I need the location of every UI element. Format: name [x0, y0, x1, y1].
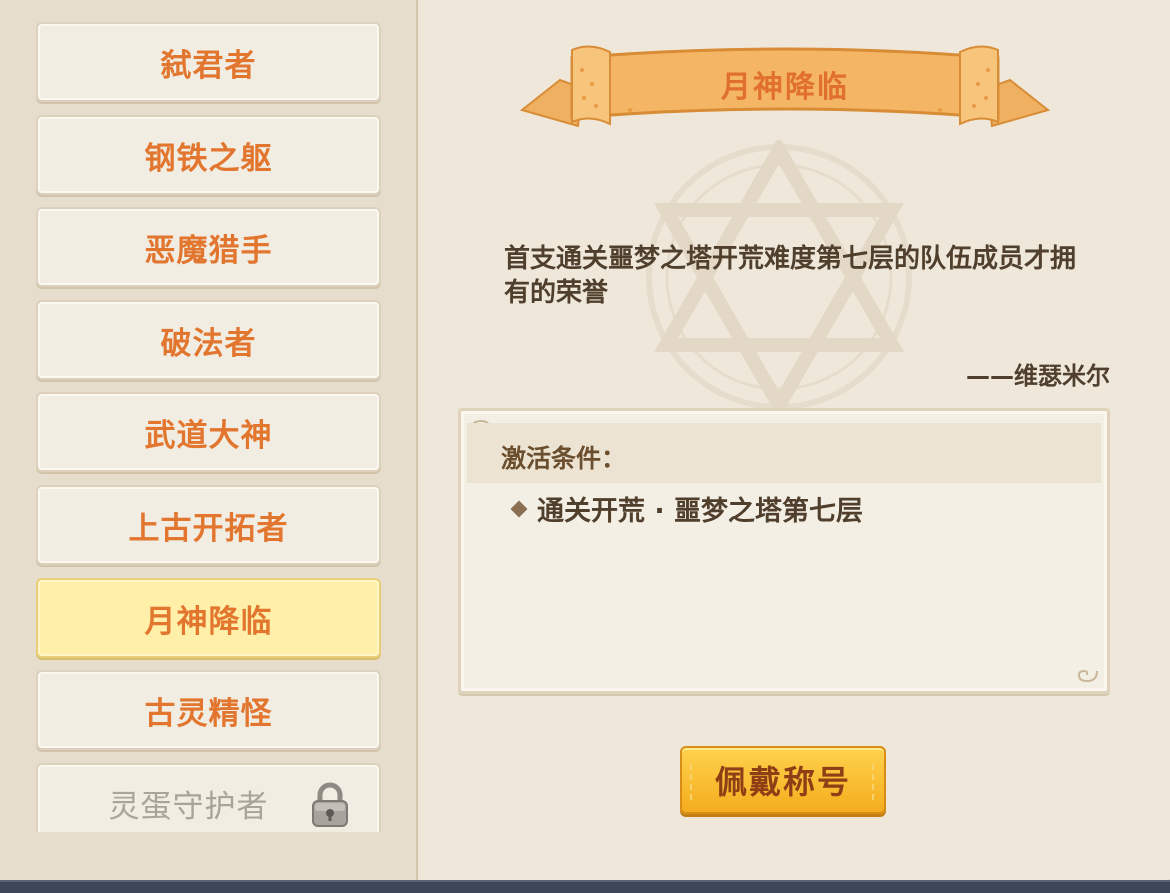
bottom-border [0, 880, 1170, 893]
condition-title: 激活条件： [501, 444, 627, 473]
banner-title: 月神降临 [721, 70, 849, 105]
wear-title-button[interactable]: 佩戴称号 [680, 746, 886, 814]
title-item-label: 武道大神 [144, 417, 273, 454]
title-item-demon-hunter[interactable]: 恶魔猎手 [36, 207, 381, 287]
condition-text: 通关开荒 · 噩梦之塔第七层 [537, 496, 864, 527]
list-footer [0, 832, 416, 884]
title-item-martial-god[interactable]: 武道大神 [36, 392, 381, 472]
wear-title-button-label: 佩戴称号 [714, 763, 851, 801]
title-item-label: 上古开拓者 [128, 510, 289, 547]
condition-item: 通关开荒 · 噩梦之塔第七层 [510, 489, 864, 528]
title-item-label: 月神降临 [144, 603, 273, 640]
title-window: 弑君者 钢铁之躯 恶魔猎手 破法者 武道大神 上古开拓者 月神降临 古灵精怪 灵… [0, 0, 1170, 884]
button-deco [872, 764, 880, 800]
diamond-bullet-icon [510, 500, 528, 517]
title-item-slayer[interactable]: 弑君者 [36, 22, 381, 102]
padlock-icon [312, 782, 348, 827]
corner-flourish-icon [1077, 669, 1098, 683]
button-deco [690, 764, 698, 800]
title-item-label: 弑君者 [160, 47, 257, 84]
title-item-label: 钢铁之躯 [144, 140, 273, 177]
quote-author: ——维瑟米尔 [966, 362, 1110, 390]
title-item-label: 古灵精怪 [144, 695, 273, 732]
activation-condition-box: 激活条件： 通关开荒 · 噩梦之塔第七层 [458, 408, 1110, 694]
title-item-label: 灵蛋守护者 [108, 788, 269, 825]
title-item-steel-body[interactable]: 钢铁之躯 [36, 115, 381, 195]
title-item-spirit-imp[interactable]: 古灵精怪 [36, 670, 381, 750]
title-list-panel: 弑君者 钢铁之躯 恶魔猎手 破法者 武道大神 上古开拓者 月神降临 古灵精怪 灵… [0, 0, 418, 884]
title-description: 首支通关噩梦之塔开荒难度第七层的队伍成员才拥有的荣誉 [504, 244, 1077, 308]
title-item-spellbreaker[interactable]: 破法者 [36, 300, 381, 380]
title-item-moon-goddess-selected[interactable]: 月神降临 [36, 578, 381, 658]
title-item-label: 恶魔猎手 [144, 232, 273, 269]
title-item-ancient-pioneer[interactable]: 上古开拓者 [36, 485, 381, 565]
title-item-label: 破法者 [160, 325, 257, 362]
title-list-scroll[interactable]: 弑君者 钢铁之躯 恶魔猎手 破法者 武道大神 上古开拓者 月神降临 古灵精怪 灵… [0, 0, 416, 832]
title-item-egg-guardian-locked[interactable]: 灵蛋守护者 [36, 763, 381, 832]
